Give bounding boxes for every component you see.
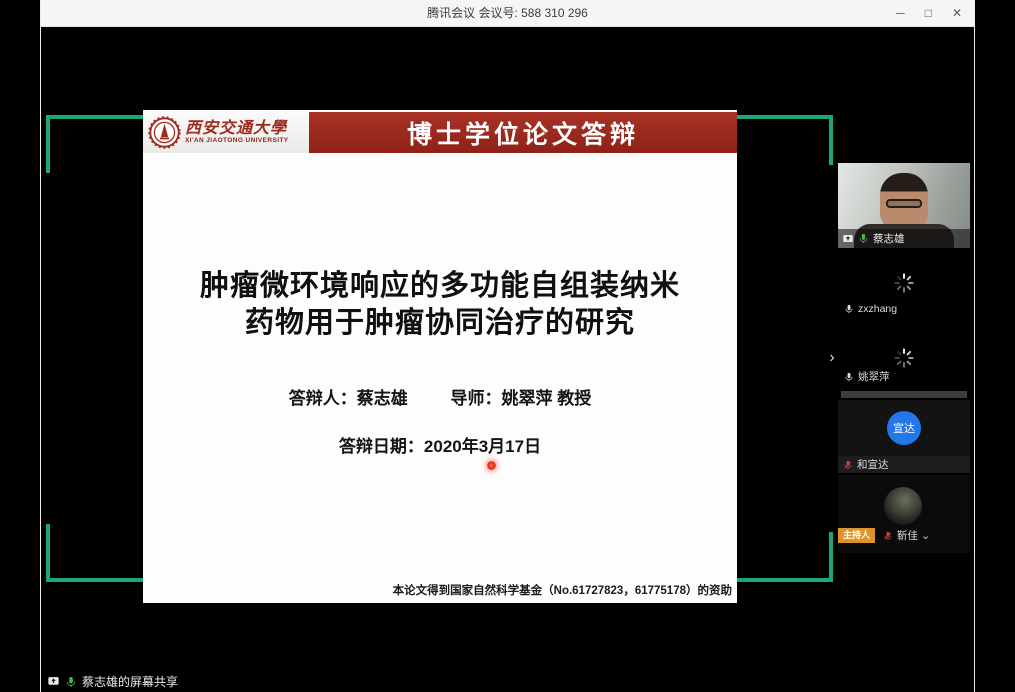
- window-border-right: [974, 0, 975, 692]
- participant-tile-zxzhang[interactable]: zxzhang: [838, 250, 970, 323]
- maximize-button[interactable]: □: [925, 0, 932, 27]
- share-region-corner-top-left: [46, 115, 158, 173]
- minimize-button[interactable]: ─: [896, 0, 905, 27]
- participant-tile-hexuanda[interactable]: 宣达 和宣达: [838, 400, 970, 473]
- mic-on-icon: [65, 676, 77, 688]
- participant-name: zxzhang: [858, 303, 897, 315]
- loading-spinner-icon: [893, 272, 915, 294]
- participant-tile-host[interactable]: 主持人 靳佳 ⌄: [838, 475, 970, 553]
- screen-sharing-icon: [47, 675, 60, 688]
- avatar: 宣达: [887, 411, 921, 445]
- mic-muted-icon: [843, 460, 853, 470]
- mic-muted-icon: [883, 531, 893, 541]
- presenter-label: 答辩人：蔡志雄: [289, 389, 408, 408]
- mic-on-icon: [844, 304, 854, 314]
- close-button[interactable]: ✕: [952, 0, 962, 27]
- funding-note: 本论文得到国家自然科学基金（No.61727823，61775178）的资助: [393, 582, 732, 598]
- participant-name: 姚翠萍: [858, 369, 890, 384]
- university-name-cn: 西安交通大學: [185, 120, 289, 137]
- thesis-title-line2: 药物用于肿瘤协同治疗的研究: [143, 305, 737, 342]
- thesis-title-line1: 肿瘤微环境响应的多功能自组装纳米: [143, 268, 737, 305]
- window-title: 腾讯会议 会议号: 588 310 296: [41, 0, 974, 27]
- window-border-left: [40, 0, 41, 692]
- presenter-advisor-line: 答辩人：蔡志雄 导师：姚翠萍 教授: [143, 384, 737, 409]
- meeting-window: 腾讯会议 会议号: 588 310 296 ─ □ ✕ 西安交通大學: [0, 0, 1015, 692]
- screen-sharing-icon: [842, 233, 854, 245]
- laser-pointer-dot: [487, 461, 496, 470]
- participant-name-bar: 蔡志雄: [838, 229, 970, 248]
- host-badge: 主持人: [838, 528, 875, 543]
- slide-banner-title: 博士学位论文答辩: [309, 112, 737, 153]
- participant-video-glasses: [886, 199, 922, 208]
- participant-tile-caizhixiong[interactable]: 蔡志雄: [838, 163, 970, 248]
- participant-name: 蔡志雄: [873, 231, 905, 246]
- thesis-title: 肿瘤微环境响应的多功能自组装纳米 药物用于肿瘤协同治疗的研究: [143, 268, 737, 342]
- share-region-corner-bottom-left: [46, 524, 158, 582]
- participant-tile-yaocuiping[interactable]: 姚翠萍: [838, 325, 970, 398]
- share-region-corner-bottom-right: [722, 532, 833, 582]
- mic-on-icon: [858, 233, 869, 244]
- video-loading-bar: [841, 391, 967, 398]
- chevron-down-icon[interactable]: ⌄: [921, 532, 930, 540]
- slide-header: 西安交通大學 XI'AN JIAOTONG UNIVERSITY 博士学位论文答…: [143, 112, 737, 153]
- participant-name: 和宣达: [857, 457, 889, 472]
- advisor-label: 导师：姚翠萍 教授: [451, 389, 592, 408]
- participant-name-bar: zxzhang: [844, 303, 897, 315]
- participant-name: 靳佳: [897, 528, 918, 543]
- mic-on-icon: [844, 372, 854, 382]
- collapse-panel-chevron-icon[interactable]: ›: [826, 349, 838, 367]
- avatar: [884, 487, 922, 525]
- titlebar: 腾讯会议 会议号: 588 310 296 ─ □ ✕: [41, 0, 974, 27]
- defense-date: 答辩日期：2020年3月17日: [143, 432, 737, 457]
- participant-name-bar: 主持人 靳佳 ⌄: [838, 528, 970, 543]
- share-region-corner-top-right: [722, 115, 833, 165]
- screen-share-status-label: 蔡志雄的屏幕共享: [82, 673, 178, 690]
- shared-slide: 西安交通大學 XI'AN JIAOTONG UNIVERSITY 博士学位论文答…: [143, 110, 737, 603]
- screen-share-status-bar: 蔡志雄的屏幕共享: [47, 673, 178, 690]
- university-logo: 西安交通大學 XI'AN JIAOTONG UNIVERSITY: [143, 112, 309, 153]
- loading-spinner-icon: [893, 347, 915, 369]
- university-name-en: XI'AN JIAOTONG UNIVERSITY: [185, 138, 289, 145]
- xjtu-emblem-icon: [148, 116, 181, 149]
- participant-name-bar: 姚翠萍: [844, 369, 890, 384]
- participant-name-bar: 和宣达: [838, 456, 970, 473]
